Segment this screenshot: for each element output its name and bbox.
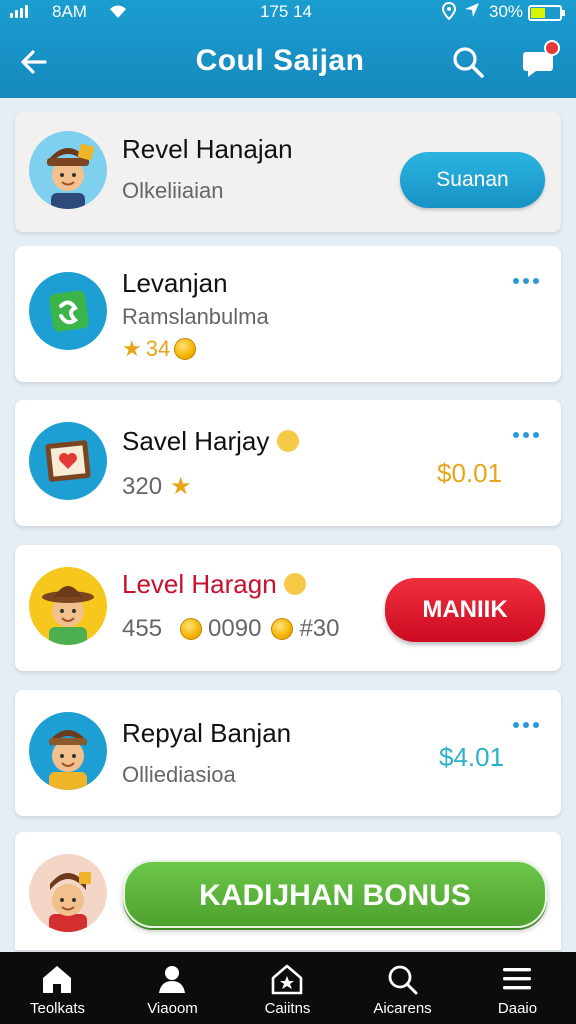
profile-icon [159, 966, 185, 993]
suanan-button[interactable]: Suanan [400, 152, 545, 208]
clock-text: 175 14 [260, 2, 312, 21]
avatar [29, 854, 107, 932]
suanan-button-label: Suanan [436, 168, 509, 191]
signal-icon [10, 5, 28, 18]
location-icon [440, 1, 458, 24]
emoji-icon [283, 573, 306, 595]
item-subtitle: Ramslanbulma [122, 304, 269, 329]
dot-icon [533, 432, 539, 438]
list-item[interactable]: Level Haragn 455 0090 #30 MANIIK [15, 545, 561, 671]
more-options-button[interactable] [513, 430, 543, 440]
nav-item-teolkats[interactable]: Teolkats [0, 952, 115, 1024]
item-name: Revel Hanajan [122, 134, 293, 164]
dot-icon [533, 278, 539, 284]
list-item[interactable]: Revel Hanajan Olkeliiaian Suanan [15, 112, 561, 232]
dot-icon [533, 722, 539, 728]
coin-icon [271, 618, 294, 640]
score-value: 34 [145, 336, 171, 361]
item-subtitle: Olkeliiaian [122, 178, 224, 203]
wifi-icon [108, 3, 128, 23]
avatar [29, 712, 107, 790]
score-value: 455 [122, 615, 163, 642]
item-subtitle: Olliediasioa [122, 762, 236, 787]
nav-item-label: Caiitns [264, 1000, 311, 1017]
navigation-arrow-icon [464, 2, 480, 22]
menu-icon [503, 968, 531, 990]
bonus-button[interactable]: KADIJHAN BONUS [123, 860, 547, 928]
extra-value: #30 [299, 615, 340, 642]
emoji-icon [276, 430, 299, 452]
score-value: 320 [122, 472, 163, 500]
dot-icon [513, 432, 519, 438]
dot-icon [513, 278, 519, 284]
score-row: 320 ★ [122, 472, 192, 501]
avatar [29, 567, 107, 645]
more-options-button[interactable] [513, 276, 543, 286]
star-icon: ★ [170, 473, 192, 500]
bonus-card: KADIJHAN BONUS [15, 832, 561, 950]
page-title: Coul Saijan [195, 44, 365, 77]
list-item[interactable]: Savel Harjay 320 ★ $0.01 [15, 400, 561, 526]
nav-item-caiitns[interactable]: Caiitns [230, 952, 345, 1024]
nav-item-label: Aicarens [373, 1000, 432, 1017]
battery-percent: 30% [489, 2, 524, 21]
list-item[interactable]: Repyal Banjan Olliediasioa $4.01 [15, 690, 561, 816]
maniik-button[interactable]: MANIIK [385, 578, 545, 642]
star-icon: ★ [122, 336, 142, 361]
search-icon [388, 965, 418, 995]
item-price: $4.01 [439, 742, 505, 772]
house-star-icon [271, 964, 303, 995]
status-bar: 8AM 175 14 30% [0, 0, 576, 26]
dot-icon [523, 278, 529, 284]
list-item[interactable]: Levanjan Ramslanbulma ★ 34 [15, 246, 561, 382]
dot-icon [523, 432, 529, 438]
nav-item-aicarens[interactable]: Aicarens [345, 952, 460, 1024]
top-bar: 8AM 175 14 30% Coul Saijan [0, 0, 576, 98]
more-options-button[interactable] [513, 720, 543, 730]
search-button[interactable] [450, 44, 486, 80]
dot-icon [513, 722, 519, 728]
item-name-text: Level Haragn [122, 569, 277, 599]
coin-icon [180, 618, 203, 640]
item-name-text: Savel Harjay [122, 426, 270, 456]
nav-item-label: Viaoom [147, 1000, 198, 1017]
item-name: Savel Harjay [122, 426, 299, 457]
app-icon [29, 272, 107, 350]
coin-icon [174, 338, 197, 360]
back-arrow-icon [21, 50, 47, 74]
battery-icon [528, 5, 565, 21]
score-row: 455 0090 #30 [122, 615, 339, 643]
nav-item-label: Daaio [497, 1000, 538, 1017]
back-button[interactable] [16, 44, 52, 80]
home-icon [43, 966, 71, 993]
item-name: Repyal Banjan [122, 718, 292, 748]
avatar [29, 131, 107, 209]
bonus-button-label: KADIJHAN BONUS [199, 879, 471, 912]
dot-icon [523, 722, 529, 728]
maniik-button-label: MANIIK [422, 596, 508, 623]
nav-item-label: Teolkats [29, 1000, 86, 1017]
bottom-nav: Teolkats Viaoom Caiitns Aicarens Daaio [0, 952, 576, 1024]
app-icon [29, 422, 107, 500]
search-icon [453, 47, 484, 78]
nav-item-viaoom[interactable]: Viaoom [115, 952, 230, 1024]
carrier-text: 8AM [52, 2, 87, 21]
score-row: ★ 34 [122, 336, 197, 362]
item-price: $0.01 [437, 458, 503, 488]
coin-value: 0090 [208, 615, 262, 642]
item-name: Levanjan [122, 268, 228, 298]
item-name: Level Haragn [122, 569, 306, 600]
nav-item-daaio[interactable]: Daaio [460, 952, 575, 1024]
notification-badge [544, 40, 560, 56]
